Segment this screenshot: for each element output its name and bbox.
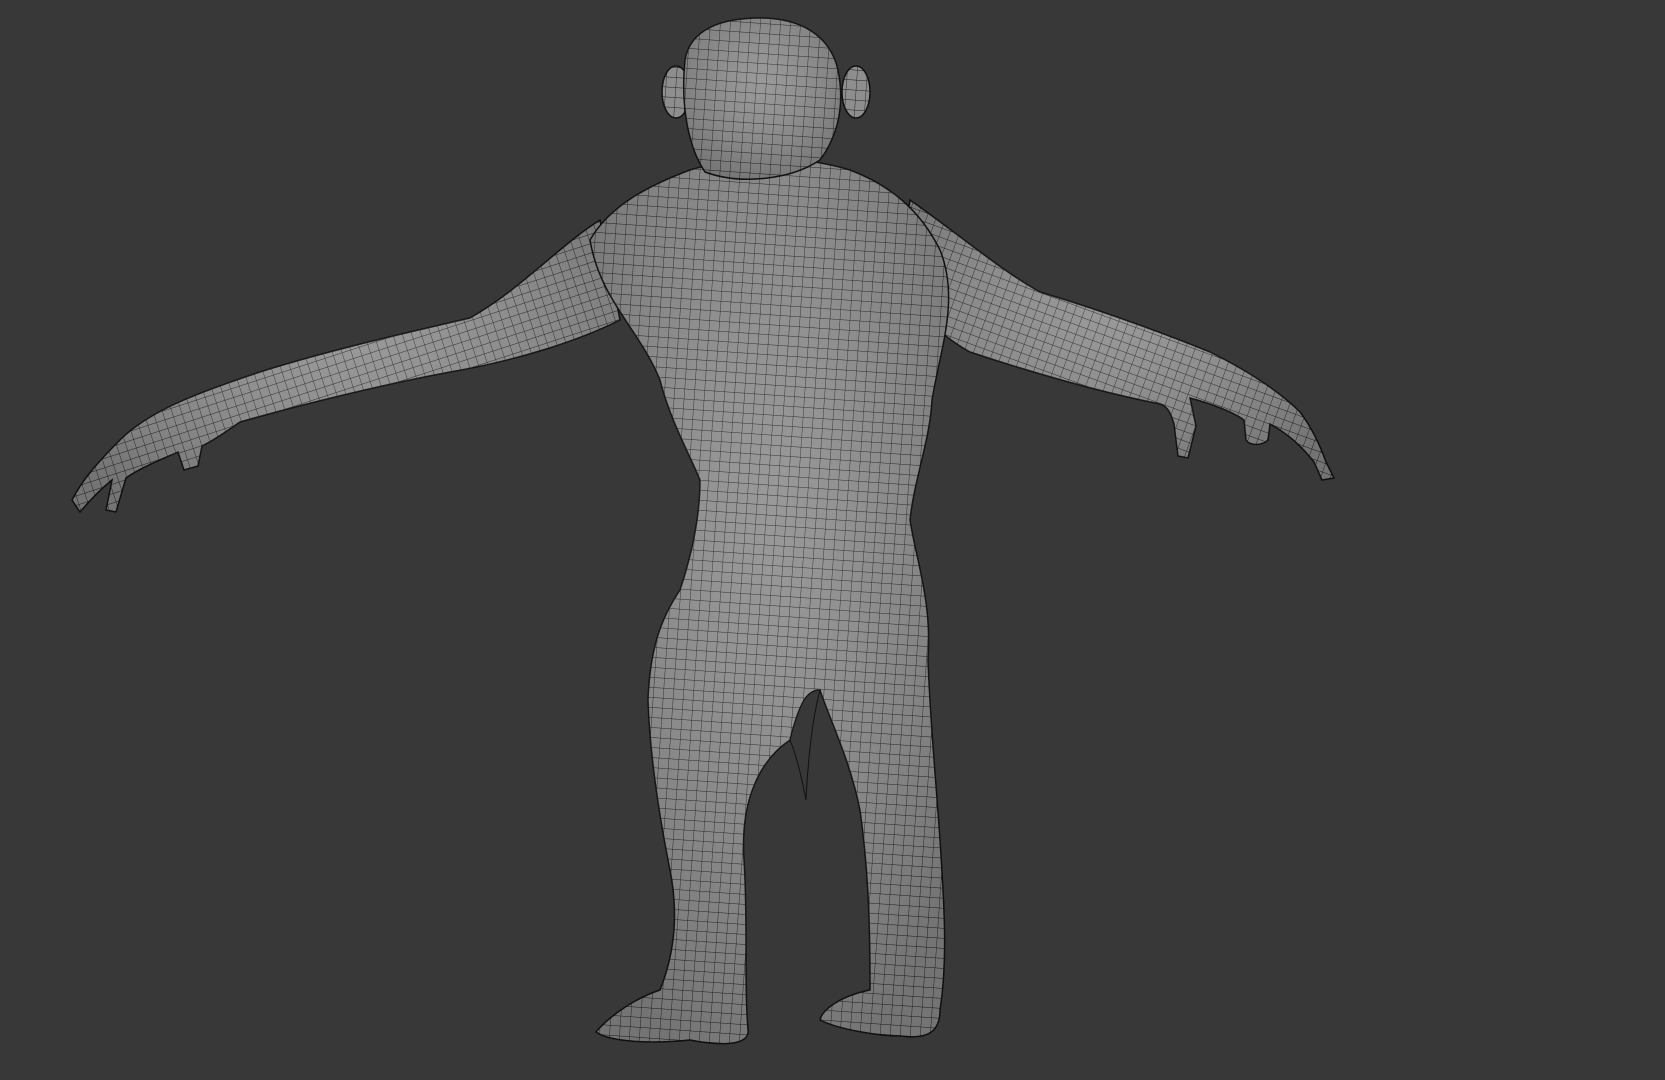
head	[661, 17, 871, 180]
right-arm	[899, 198, 1336, 481]
left-arm	[71, 218, 621, 514]
3d-viewport[interactable]	[0, 0, 1665, 1080]
torso-and-legs	[589, 158, 950, 1045]
mesh-model[interactable]	[0, 0, 1665, 1080]
